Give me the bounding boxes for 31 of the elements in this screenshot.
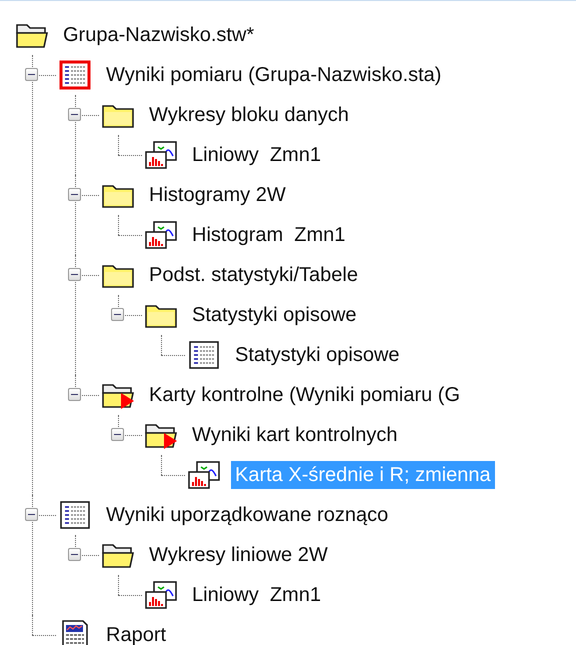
tree-item-label[interactable]: Wyniki uporządkowane roznąco bbox=[102, 501, 392, 529]
spreadsheet-icon bbox=[58, 60, 92, 90]
graph-icon bbox=[144, 140, 178, 170]
tree-item-label[interactable]: Grupa-Nazwisko.stw* bbox=[59, 21, 258, 49]
collapse-button[interactable] bbox=[68, 268, 81, 281]
graph-icon bbox=[144, 580, 178, 610]
spreadsheet-icon bbox=[187, 340, 221, 370]
tree-item-label[interactable]: Statystyki opisowe bbox=[231, 341, 404, 369]
graph-icon bbox=[187, 460, 221, 490]
collapse-button[interactable] bbox=[68, 188, 81, 201]
tree-item-label[interactable]: Karty kontrolne (Wyniki pomiaru (G bbox=[145, 381, 464, 409]
tree-item-label[interactable]: Podst. statystyki/Tabele bbox=[145, 261, 362, 289]
collapse-button[interactable] bbox=[25, 68, 38, 81]
tree-item-label[interactable]: Wyniki pomiaru (Grupa-Nazwisko.sta) bbox=[102, 61, 446, 89]
tree-item-label[interactable]: Statystyki opisowe bbox=[188, 301, 361, 329]
collapse-button[interactable] bbox=[25, 508, 38, 521]
graph-icon bbox=[144, 220, 178, 250]
collapse-button[interactable] bbox=[68, 388, 81, 401]
collapse-button[interactable] bbox=[68, 548, 81, 561]
tree-item-label[interactable]: Histogramy 2W bbox=[145, 181, 290, 209]
tree-item-label[interactable]: Wyniki kart kontrolnych bbox=[188, 421, 402, 449]
tree-item-label[interactable]: Raport bbox=[102, 621, 170, 645]
tree-item-label[interactable]: Liniowy Zmn1 bbox=[188, 581, 325, 609]
tree-item-label[interactable]: Liniowy Zmn1 bbox=[188, 141, 325, 169]
tree-item-label[interactable]: Histogram Zmn1 bbox=[188, 221, 350, 249]
spreadsheet-icon bbox=[58, 500, 92, 530]
tree-item-label[interactable]: Wykresy bloku danych bbox=[145, 101, 353, 129]
collapse-button[interactable] bbox=[111, 428, 124, 441]
collapse-button[interactable] bbox=[68, 108, 81, 121]
tree-item-label[interactable]: Wykresy liniowe 2W bbox=[145, 541, 332, 569]
collapse-button[interactable] bbox=[111, 308, 124, 321]
